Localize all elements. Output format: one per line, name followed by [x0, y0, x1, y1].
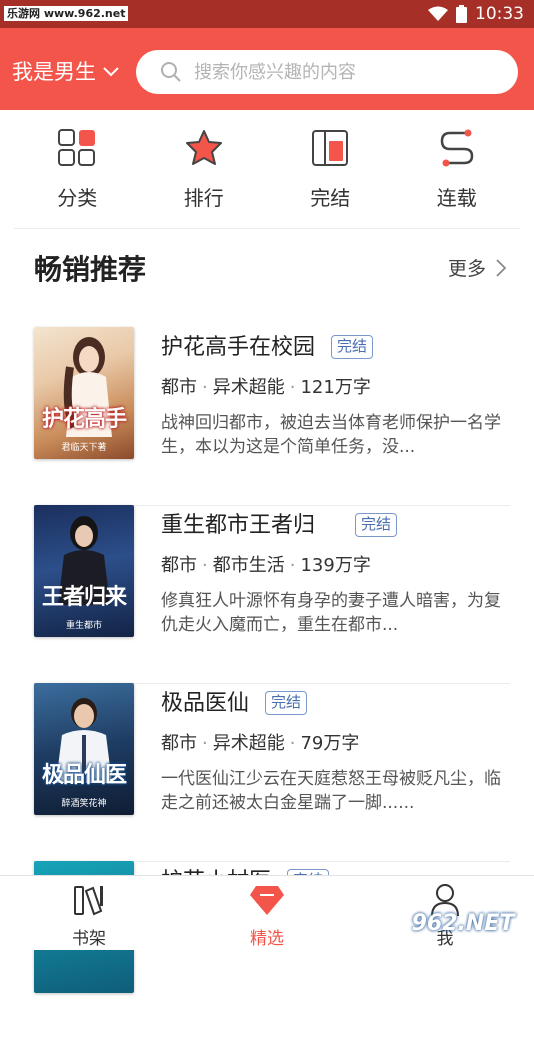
book-subcategory: 都市生活 [212, 555, 285, 576]
site-logo-watermark: 962.NET [411, 910, 515, 936]
book-word-count: 79万字 [300, 733, 360, 754]
book-meta: 都市 · 异术超能 · 121万字 [161, 377, 371, 398]
more-link[interactable]: 更多 [448, 254, 506, 281]
search-input[interactable] [192, 60, 496, 84]
nav-complete[interactable]: 完结 [267, 112, 394, 228]
book-cover: 王者归来 重生都市 [34, 505, 134, 637]
book-category: 都市 [161, 733, 197, 754]
gender-label: 我是男生 [12, 60, 96, 84]
more-label: 更多 [447, 258, 486, 280]
battery-icon [456, 5, 467, 23]
nav-serial[interactable]: 连载 [394, 112, 521, 228]
book-subcategory: 异术超能 [212, 377, 285, 398]
search-bar[interactable] [136, 50, 518, 94]
cover-title: 极品仙医 [41, 763, 127, 788]
book-word-count: 121万字 [300, 377, 371, 398]
status-badge: 完结 [355, 513, 398, 537]
book-category: 都市 [161, 377, 197, 398]
tab-featured-label: 精选 [250, 929, 284, 949]
book-title-text: 重生都市王者归 [161, 513, 316, 538]
book-title-text: 护花高手在校园 [161, 335, 316, 360]
book-cover: 护花高手 君临天下著 [34, 327, 134, 459]
nav-category-label: 分类 [57, 186, 98, 210]
book-meta: 都市 · 都市生活 · 139万字 [161, 555, 371, 576]
tab-bookshelf[interactable]: 书架 [0, 876, 178, 950]
book-title: 护花高手在校园 完结 [161, 329, 374, 361]
status-bar: 乐游网 www.962.net 10:33 [0, 0, 534, 28]
quick-nav: 分类 排行 完结 连载 [14, 112, 520, 229]
nav-complete-label: 完结 [310, 186, 351, 210]
search-icon [161, 62, 181, 82]
diamond-icon [250, 886, 284, 915]
tab-featured[interactable]: 精选 [178, 876, 356, 950]
tab-bookshelf-label: 书架 [72, 929, 106, 949]
gender-selector[interactable]: 我是男生 [12, 58, 120, 86]
chevron-right-icon [496, 258, 506, 277]
book-title: 重生都市王者归 完结 [161, 507, 398, 539]
clock: 10:33 [475, 4, 524, 24]
status-badge: 完结 [265, 691, 308, 715]
cover-author: 醉酒笑花神 [61, 799, 107, 809]
cover-author: 重生都市 [65, 621, 102, 631]
star-icon [185, 130, 222, 165]
book-description: 一代医仙江少云在天庭惹怒王母被贬凡尘，临走之前还被太白金星踹了一脚...... [161, 769, 501, 813]
nav-ranking-label: 排行 [183, 186, 224, 210]
book-category: 都市 [161, 555, 197, 576]
wifi-icon [428, 6, 448, 21]
status-icons: 10:33 [428, 3, 524, 25]
book-item[interactable]: 极品仙医 醉酒笑花神 极品医仙 完结 都市 · 异术超能 · 79万字 一代医仙江少云在天… [34, 683, 510, 862]
book-subcategory: 异术超能 [212, 733, 285, 754]
book-description: 战神回归都市，被迫去当体育老师保护一名学生，本以为这是个简单任务，没... [161, 413, 501, 457]
nav-category[interactable]: 分类 [14, 112, 141, 228]
top-header: 我是男生 [0, 28, 534, 110]
book-cover: 极品仙医 醉酒笑花神 [34, 683, 134, 815]
nav-ranking[interactable]: 排行 [141, 112, 268, 228]
book-item[interactable]: 王者归来 重生都市 重生都市王者归 完结 都市 · 都市生活 · 139万字 修真狂人叶源… [34, 505, 510, 684]
site-watermark: 乐游网 www.962.net [4, 6, 129, 21]
chevron-down-icon [103, 67, 119, 77]
bookshelf-icon [74, 886, 103, 916]
nav-serial-label: 连载 [436, 186, 477, 210]
cover-title: 王者归来 [41, 585, 127, 610]
book-complete-icon [312, 130, 349, 166]
book-word-count: 139万字 [300, 555, 371, 576]
book-title-text: 极品医仙 [161, 691, 250, 716]
grid-icon [58, 129, 96, 166]
cover-title: 护花高手 [41, 407, 127, 432]
serial-icon [440, 129, 474, 167]
cover-author: 君临天下著 [61, 443, 107, 453]
section-title: 畅销推荐 [34, 253, 147, 286]
book-title: 极品医仙 完结 [161, 685, 308, 717]
book-item[interactable]: 护花高手 君临天下著 护花高手在校园 完结 都市 · 异术超能 · 121万字 战神回归都… [34, 327, 510, 506]
book-meta: 都市 · 异术超能 · 79万字 [161, 733, 360, 754]
book-description: 修真狂人叶源怀有身孕的妻子遭人暗害，为复仇走火入魔而亡，重生在都市... [161, 591, 501, 635]
status-badge: 完结 [331, 335, 374, 359]
